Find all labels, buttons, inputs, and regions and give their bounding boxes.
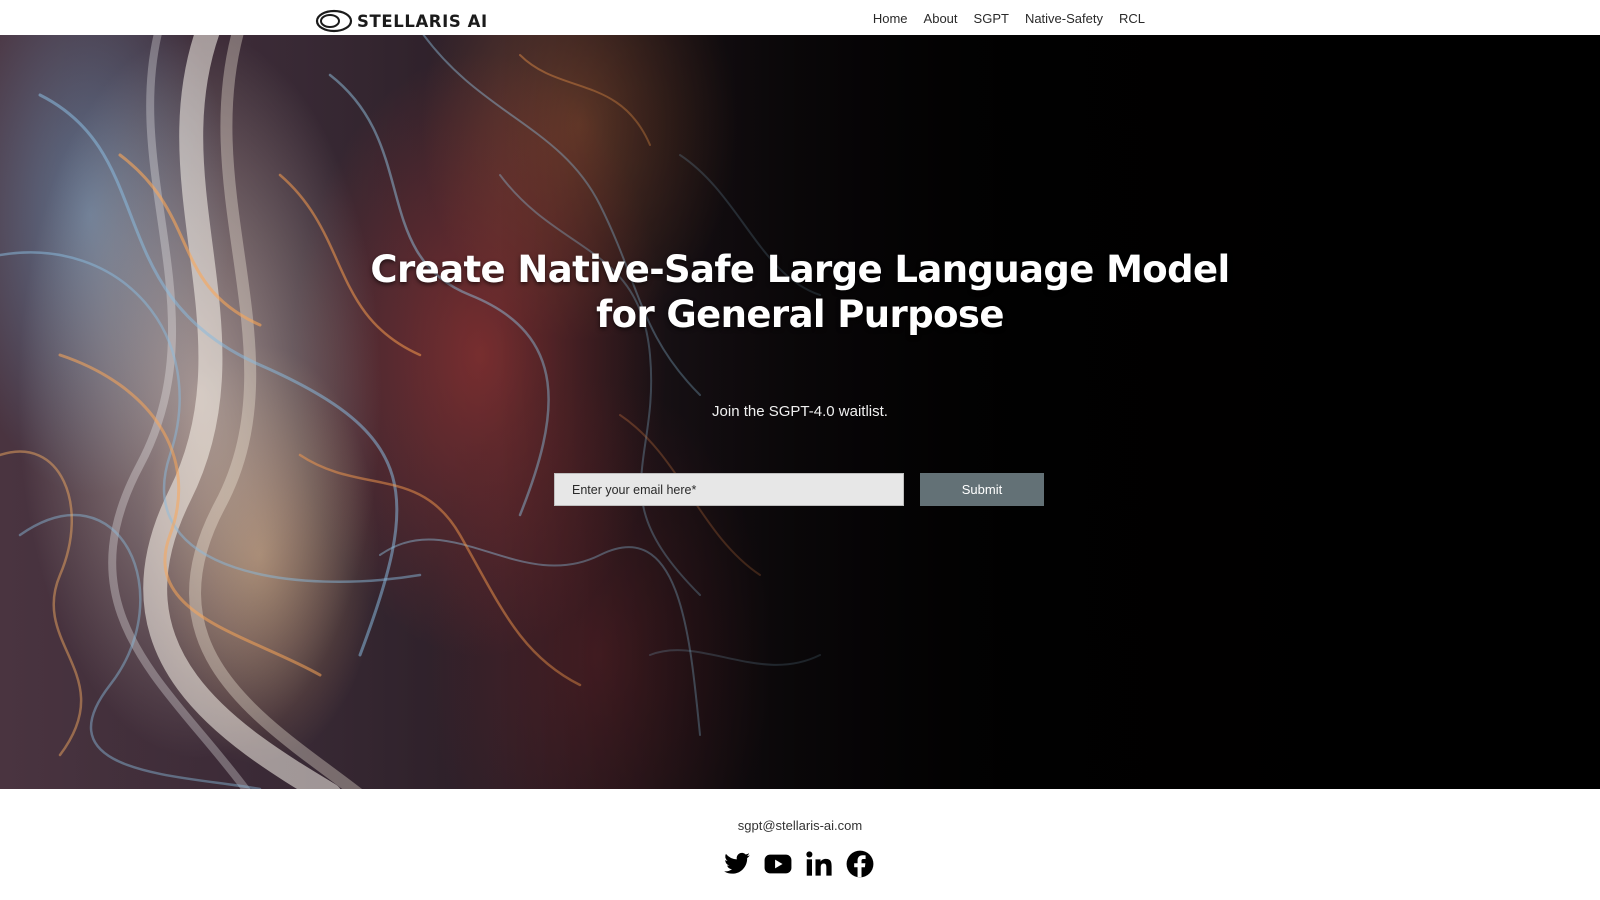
- twitter-icon[interactable]: [723, 850, 751, 878]
- site-logo[interactable]: STELLARIS AI: [315, 9, 488, 33]
- nav-sgpt[interactable]: SGPT: [974, 11, 1009, 26]
- email-field[interactable]: [554, 473, 904, 506]
- main-nav: Home About SGPT Native-Safety RCL: [873, 11, 1145, 26]
- nav-about[interactable]: About: [924, 11, 958, 26]
- site-footer: sgpt@stellaris-ai.com: [0, 789, 1600, 900]
- facebook-icon[interactable]: [846, 850, 874, 878]
- hero-headline: Create Native-Safe Large Language Model …: [300, 247, 1300, 337]
- nav-home[interactable]: Home: [873, 11, 908, 26]
- linkedin-icon[interactable]: [805, 850, 833, 878]
- youtube-icon[interactable]: [764, 850, 792, 878]
- hero-headline-line-1: Create Native-Safe Large Language Model: [370, 248, 1230, 291]
- submit-button[interactable]: Submit: [920, 473, 1044, 506]
- contact-email-link[interactable]: sgpt@stellaris-ai.com: [600, 818, 1000, 833]
- logo-eye-icon: [315, 9, 353, 33]
- hero-headline-line-2: for General Purpose: [596, 293, 1004, 336]
- hero-section: Create Native-Safe Large Language Model …: [0, 35, 1600, 789]
- nav-rcl[interactable]: RCL: [1119, 11, 1145, 26]
- waitlist-subtitle: Join the SGPT-4.0 waitlist.: [712, 403, 888, 420]
- social-links: [723, 850, 874, 878]
- nav-native-safety[interactable]: Native-Safety: [1025, 11, 1103, 26]
- logo-text: STELLARIS AI: [357, 11, 488, 31]
- site-header: STELLARIS AI Home About SGPT Native-Safe…: [0, 0, 1600, 35]
